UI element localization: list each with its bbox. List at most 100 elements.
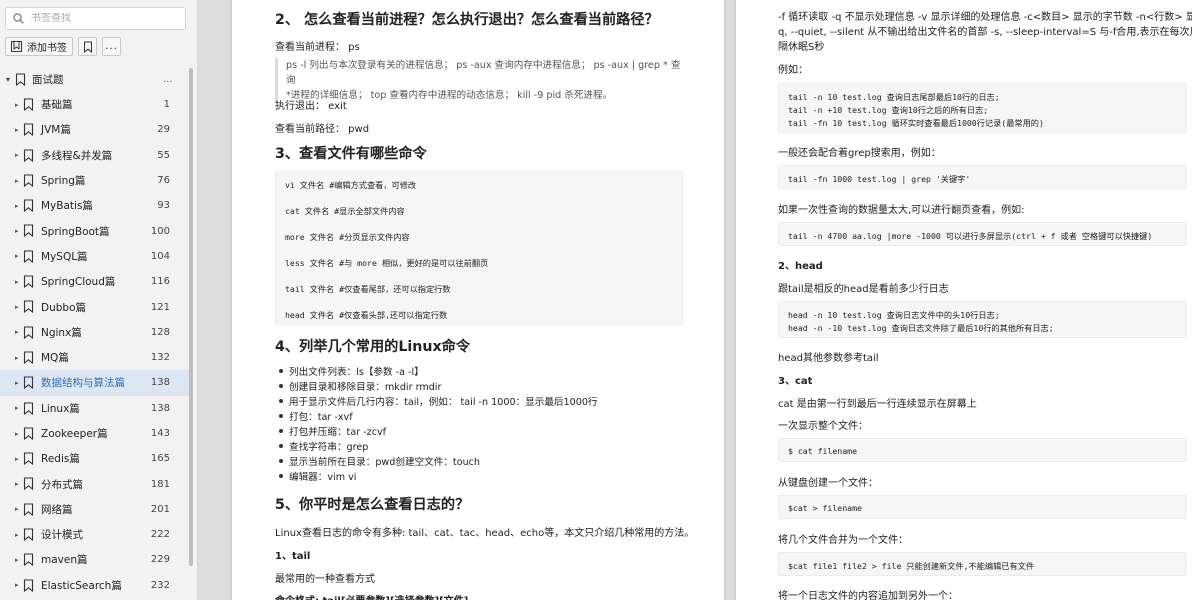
paragraph-cat-create: 从键盘创建一个文件： [778, 478, 878, 489]
bookmark-item[interactable]: ▸ MQ篇 132 [0, 345, 190, 370]
bookmark-item[interactable]: ▸ Nginx篇 128 [0, 320, 190, 345]
expand-arrow-icon[interactable]: ▸ [15, 455, 19, 463]
bookmark-item[interactable]: ▸ 数据结构与算法篇 138 [0, 370, 190, 396]
paragraph-cat-once: 一次显示整个文件： [778, 421, 868, 432]
bookmark-toolbar: 添加书签 ... [5, 37, 121, 57]
expand-arrow-icon[interactable]: ▸ [15, 556, 19, 564]
bookmark-item[interactable]: ▸ SpringCloud篇 116 [0, 269, 190, 294]
bookmark-root[interactable]: ▾ 面试题 ... [0, 67, 190, 92]
bookmark-icon [23, 149, 34, 162]
bookmark-item-label: 基础篇 [41, 99, 73, 112]
bookmark-item-label: SpringBoot篇 [41, 225, 110, 238]
bookmark-icon [23, 98, 34, 111]
expand-arrow-icon[interactable]: ▸ [15, 404, 19, 412]
command-list: 列出文件列表：ls【参数 -a -l】 创建目录和移除目录：mkdir rmdi… [275, 364, 598, 484]
sidebar-scrollbar[interactable] [189, 68, 193, 566]
list-item: 编辑器：vim vi [275, 469, 598, 484]
paragraph-cat-append: 将一个日志文件的内容追加到另外一个： [778, 591, 958, 600]
bookmark-item[interactable]: ▸ 基础篇 1 [0, 92, 190, 117]
bookmark-page-number: 1 [163, 99, 170, 111]
bookmark-item[interactable]: ▸ JVM篇 29 [0, 117, 190, 142]
bookmark-item[interactable]: ▸ Linux篇 138 [0, 396, 190, 421]
paragraph-paging: 如果一次性查询的数据量太大,可以进行翻页查看，例如: [778, 205, 1025, 216]
expand-arrow-icon[interactable]: ▸ [15, 354, 19, 362]
bookmark-root-more[interactable]: ... [163, 74, 173, 85]
bookmark-item[interactable]: ▸ maven篇 229 [0, 547, 190, 572]
expand-arrow-icon[interactable]: ▸ [15, 278, 19, 286]
code-line: tail 文件名 #仅查看尾部，还可以指定行数 [285, 284, 451, 294]
bookmark-item[interactable]: ▸ Redis篇 165 [0, 446, 190, 471]
bookmark-search[interactable] [5, 7, 186, 30]
bookmark-item[interactable]: ▸ SpringBoot篇 100 [0, 218, 190, 243]
bookmark-page-number: 138 [150, 402, 170, 414]
code-block-grep: tail -fn 1000 test.log | grep '关键字' [778, 165, 1186, 189]
bookmark-icon [23, 224, 34, 238]
bookmark-item-label: 多线程&并发篇 [41, 149, 113, 162]
expand-arrow-icon[interactable]: ▸ [15, 379, 19, 387]
bookmark-options-button[interactable] [78, 37, 97, 56]
bookmark-item-label: 数据结构与算法篇 [41, 377, 125, 390]
bookmark-item[interactable]: ▸ 多线程&并发篇 55 [0, 143, 190, 168]
bookmark-page-number: 121 [150, 301, 170, 313]
bookmark-page-number: 55 [157, 149, 170, 161]
bookmark-item[interactable]: ▸ MySQL篇 104 [0, 244, 190, 269]
expand-arrow-icon[interactable]: ▸ [15, 328, 19, 336]
paragraph-process: 查看当前进程： ps [275, 42, 360, 53]
bookmark-item[interactable]: ▸ Spring篇 76 [0, 168, 190, 193]
add-bookmark-icon [11, 41, 22, 52]
code-line: tail -n 4700 aa.log |more -1000 可以进行多屏显示… [788, 231, 1153, 241]
bookmark-item[interactable]: ▸ 分布式篇 181 [0, 471, 190, 496]
paragraph-options-line2: q, --quiet, --silent 从不输出给出文件名的首部 -s, --… [778, 27, 1192, 38]
expand-arrow-icon[interactable]: ▸ [15, 202, 19, 210]
expand-arrow-icon[interactable]: ▸ [15, 151, 19, 159]
heading-5: 5、你平时是怎么查看日志的？ [275, 497, 470, 513]
bookmark-item-label: 分布式篇 [41, 478, 83, 491]
bookmark-icon [23, 477, 34, 491]
paragraph-options-line3: 隔休眠S秒 [778, 42, 825, 53]
bookmark-page-number: 229 [150, 554, 170, 566]
bookmark-item[interactable]: ▸ 网络篇 201 [0, 497, 190, 522]
search-icon [13, 13, 24, 24]
bookmark-item[interactable]: ▸ 设计模式 222 [0, 522, 190, 547]
bookmark-page-number: 181 [150, 478, 170, 490]
paragraph-path: 查看当前路径： pwd [275, 124, 370, 135]
code-line: tail -fn 10 test.log 循环实时查看最后1000行记录(最常用… [788, 118, 1044, 128]
bookmark-page-number: 165 [150, 453, 170, 465]
subheading-cat: 3、cat [778, 376, 813, 387]
paragraph-example: 例如： [778, 65, 808, 76]
code-block-tail-examples: tail -n 10 test.log 查询日志尾部最后10行的日志; tail… [778, 83, 1186, 133]
code-line: $cat file1 file2 > file 只能创建新文件,不能编辑已有文件 [788, 561, 1035, 571]
code-line: less 文件名 #与 more 相似，更好的是可以往前翻页 [285, 258, 489, 268]
expand-arrow-icon[interactable]: ▸ [15, 430, 19, 438]
bookmark-icon [23, 528, 34, 542]
bookmark-item-label: MQ篇 [41, 352, 69, 365]
bookmark-page-number: 116 [150, 276, 170, 288]
expand-arrow-icon[interactable]: ▸ [15, 177, 19, 185]
expand-arrow-icon[interactable]: ▸ [15, 101, 19, 109]
expand-arrow-icon[interactable]: ▾ [6, 75, 10, 84]
bookmark-item-label: MyBatis篇 [41, 200, 93, 213]
subheading-head: 2、head [778, 261, 823, 272]
document-page-left: 2、 怎么查看当前进程？怎么执行退出？怎么查看当前路径？ 查看当前进程： ps … [232, 0, 724, 600]
more-button[interactable]: ... [102, 37, 121, 56]
expand-arrow-icon[interactable]: ▸ [15, 303, 19, 311]
code-line: $cat > filename [788, 503, 862, 513]
expand-arrow-icon[interactable]: ▸ [15, 581, 19, 589]
bookmark-item[interactable]: ▸ MyBatis篇 93 [0, 193, 190, 218]
expand-arrow-icon[interactable]: ▸ [15, 531, 19, 539]
expand-arrow-icon[interactable]: ▸ [15, 252, 19, 260]
bookmark-item-label: Spring篇 [41, 175, 86, 188]
bookmark-item[interactable]: ▸ Zookeeper篇 143 [0, 421, 190, 446]
expand-arrow-icon[interactable]: ▸ [15, 126, 19, 134]
bookmark-item[interactable]: ▸ ElasticSearch篇 232 [0, 573, 190, 598]
bookmark-item[interactable]: ▸ Dubbo篇 121 [0, 294, 190, 319]
expand-arrow-icon[interactable]: ▸ [15, 227, 19, 235]
expand-arrow-icon[interactable]: ▸ [15, 480, 19, 488]
bookmark-search-input[interactable] [31, 13, 171, 24]
bookmark-page-number: 29 [157, 124, 170, 136]
add-bookmark-button[interactable]: 添加书签 [5, 37, 73, 56]
expand-arrow-icon[interactable]: ▸ [15, 505, 19, 513]
bookmark-item-label: ElasticSearch篇 [41, 579, 122, 592]
bookmark-icon [23, 452, 34, 466]
bookmark-page-number: 143 [150, 428, 170, 439]
